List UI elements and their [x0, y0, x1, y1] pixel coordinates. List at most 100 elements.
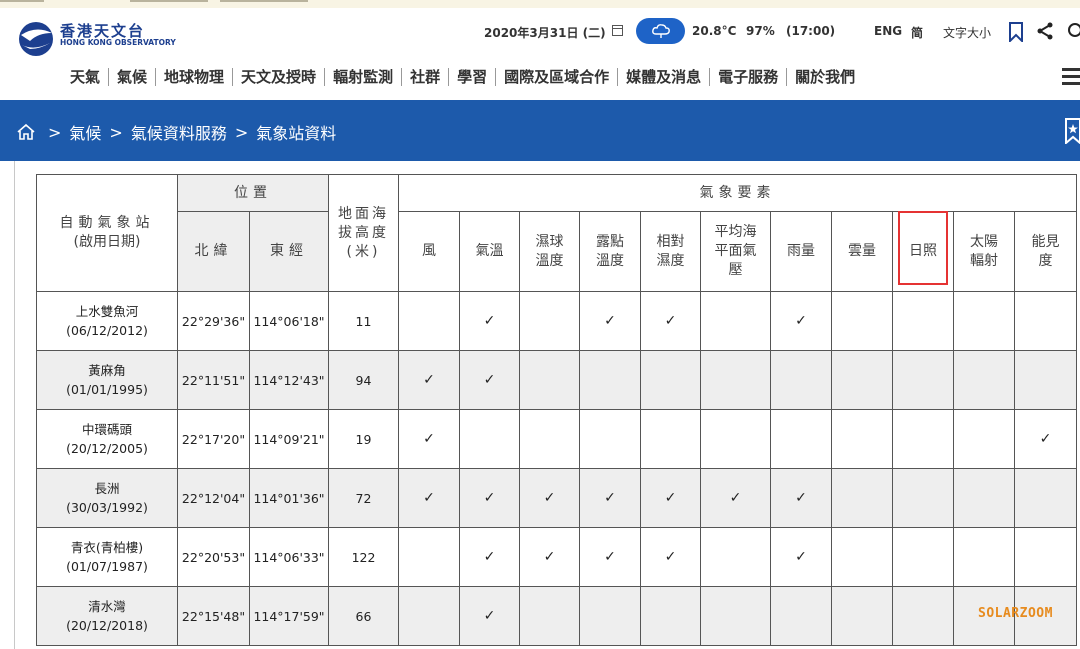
check-icon: ✓ — [483, 490, 496, 506]
check-icon: ✓ — [664, 490, 677, 506]
element-cell — [579, 586, 641, 646]
search-icon[interactable] — [1066, 22, 1080, 40]
bookmark-icon[interactable] — [1008, 22, 1024, 42]
element-cell — [831, 586, 893, 646]
longitude-cell: 114°17'59" — [249, 586, 329, 646]
elements-header: 氣象要素 — [398, 174, 1077, 212]
station-start-date: (30/03/1992) — [66, 500, 148, 515]
latitude-cell: 22°11'51" — [177, 350, 250, 410]
altitude-header: 地面海 拔高度 (米) — [328, 174, 399, 292]
element-cell: ✓ — [700, 468, 771, 528]
share-icon[interactable] — [1036, 22, 1054, 40]
table-row: 長洲 (30/03/1992) 22°12'04" 114°01'36" 72 ✓ ✓ ✓ ✓ ✓… — [36, 468, 1077, 528]
altitude-cell: 122 — [328, 527, 399, 587]
table-row: 上水雙魚河 (06/12/2012) 22°29'36" 114°06'18" 11 ✓ ✓… — [36, 291, 1077, 351]
element-cell — [700, 291, 771, 351]
nav-item[interactable]: 輻射監測 — [324, 68, 401, 86]
nav-item[interactable]: 天氣 — [62, 68, 108, 86]
element-cell: ✓ — [459, 350, 520, 410]
element-cell — [770, 350, 832, 410]
element-cell: ✓ — [398, 468, 460, 528]
element-cell — [831, 527, 893, 587]
longitude-cell: 114°09'21" — [249, 409, 329, 469]
station-cell: 中環碼頭 (20/12/2005) — [36, 409, 178, 469]
nav-item[interactable]: 關於我們 — [786, 68, 863, 86]
nav-item[interactable]: 國際及區域合作 — [495, 68, 617, 86]
element-cell: ✓ — [459, 527, 520, 587]
content-left-border — [14, 161, 15, 649]
element-cell — [1014, 291, 1077, 351]
element-cell — [519, 409, 580, 469]
station-start-date: (06/12/2012) — [66, 323, 148, 338]
weather-icon-pill[interactable] — [636, 18, 685, 44]
element-cell: ✓ — [398, 350, 460, 410]
check-icon: ✓ — [604, 549, 616, 565]
lang-simplified-link[interactable]: 简 — [911, 24, 923, 41]
station-name: 長洲 — [94, 481, 120, 496]
longitude-cell: 114°01'36" — [249, 468, 329, 528]
nav-item[interactable]: 媒體及消息 — [617, 68, 709, 86]
breadcrumb-station-info[interactable]: 氣象站資料 — [256, 120, 336, 144]
check-icon: ✓ — [423, 490, 435, 506]
nav-item[interactable]: 氣候 — [108, 68, 155, 86]
element-cell: ✓ — [640, 291, 701, 351]
element-cell: ✓ — [579, 468, 641, 528]
element-cell — [579, 350, 641, 410]
lang-english-link[interactable]: ENG — [874, 24, 902, 38]
element-cell — [700, 527, 771, 587]
station-cell: 上水雙魚河 (06/12/2012) — [36, 291, 178, 351]
element-cell — [770, 586, 832, 646]
element-cell: ✓ — [398, 409, 460, 469]
nav-item[interactable]: 天文及授時 — [232, 68, 324, 86]
station-start-date: (01/07/1987) — [66, 559, 148, 574]
check-icon: ✓ — [483, 608, 496, 624]
element-column-header: 太陽 輻射 — [953, 211, 1015, 292]
element-cell — [953, 350, 1015, 410]
element-cell — [831, 350, 893, 410]
element-cell — [640, 350, 701, 410]
station-start-date: (20/12/2018) — [66, 618, 148, 633]
observatory-logo-icon[interactable] — [16, 21, 58, 57]
breadcrumb-climate-services[interactable]: 氣候資料服務 — [131, 120, 227, 144]
element-cell — [892, 291, 954, 351]
element-column-header: 日照 — [892, 211, 954, 292]
element-cell — [831, 291, 893, 351]
table-row: 青衣(青柏樓) (01/07/1987) 22°20'53" 114°06'33" 12… — [36, 527, 1077, 587]
element-cell — [892, 586, 954, 646]
station-name: 清水灣 — [88, 599, 126, 614]
element-cell — [892, 527, 954, 587]
element-cell — [1014, 527, 1077, 587]
check-icon: ✓ — [795, 549, 807, 565]
element-cell: ✓ — [459, 468, 520, 528]
station-cell: 長洲 (30/03/1992) — [36, 468, 178, 528]
element-column-header: 風 — [398, 211, 460, 292]
bookmark-page-icon[interactable] — [1064, 118, 1080, 144]
element-cell: ✓ — [579, 291, 641, 351]
logo-english-name[interactable]: HONG KONG OBSERVATORY — [60, 38, 176, 47]
nav-item[interactable]: 學習 — [448, 68, 495, 86]
table-row: 中環碼頭 (20/12/2005) 22°17'20" 114°09'21" 19 ✓ ✓ — [36, 409, 1077, 469]
top-strip — [0, 0, 1080, 8]
element-cell: ✓ — [519, 468, 580, 528]
latitude-cell: 22°15'48" — [177, 586, 250, 646]
nav-item[interactable]: 地球物理 — [155, 68, 232, 86]
element-cell — [640, 409, 701, 469]
breadcrumb-climate[interactable]: 氣候 — [69, 120, 101, 144]
breadcrumb-separator: > — [109, 122, 123, 142]
element-cell — [953, 291, 1015, 351]
nav-item[interactable]: 社群 — [401, 68, 448, 86]
station-name: 黃麻角 — [88, 363, 126, 378]
element-cell — [1014, 350, 1077, 410]
font-size-link[interactable]: 文字大小 — [943, 24, 991, 41]
latitude-header: 北緯 — [177, 211, 250, 292]
nav-item[interactable]: 電子服務 — [709, 68, 786, 86]
element-cell — [459, 409, 520, 469]
element-column-header: 露點 溫度 — [579, 211, 641, 292]
check-icon: ✓ — [423, 431, 435, 447]
latitude-cell: 22°29'36" — [177, 291, 250, 351]
latitude-cell: 22°17'20" — [177, 409, 250, 469]
menu-icon[interactable] — [1062, 68, 1080, 89]
element-column-header: 相對 濕度 — [640, 211, 701, 292]
station-cell: 青衣(青柏樓) (01/07/1987) — [36, 527, 178, 587]
home-icon[interactable] — [16, 123, 36, 141]
